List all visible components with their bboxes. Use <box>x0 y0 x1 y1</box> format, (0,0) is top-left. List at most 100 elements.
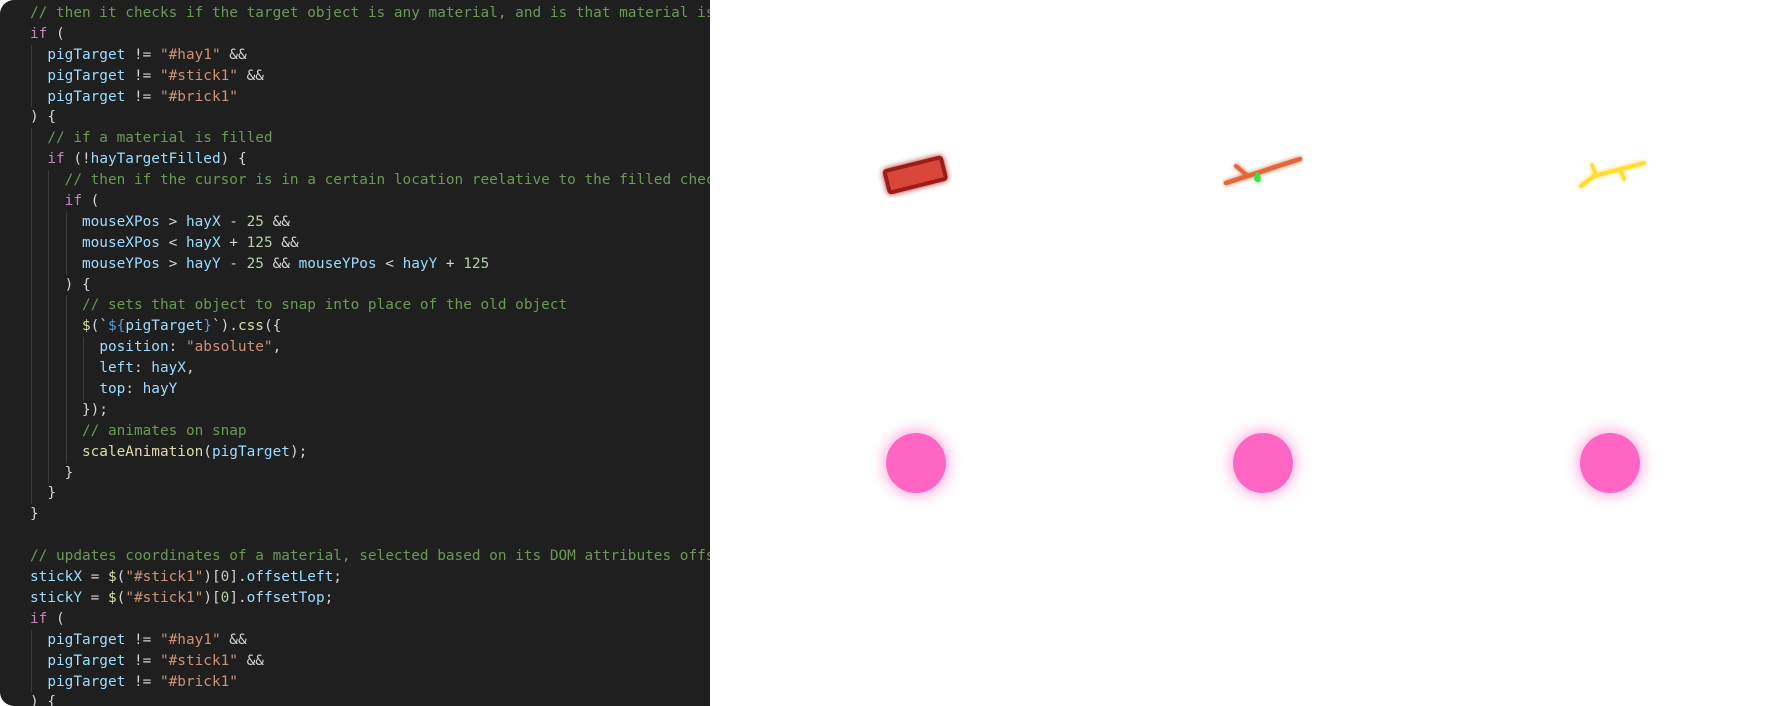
code-line[interactable]: left: hayX, <box>30 358 710 380</box>
indent-guide <box>31 274 32 296</box>
indent-guide <box>31 462 32 484</box>
code-token: < <box>376 255 403 272</box>
code-token: hayY <box>185 255 221 272</box>
code-token: && <box>263 213 290 230</box>
code-line[interactable]: mouseYPos > hayY - 25 && mouseYPos < hay… <box>30 253 710 275</box>
code-token: && <box>237 652 264 669</box>
indent-guide <box>31 149 32 171</box>
code-token: ; <box>333 569 342 586</box>
code-token: 0 <box>220 569 230 586</box>
indent-guide <box>65 232 67 254</box>
code-line[interactable]: ) { <box>30 107 710 128</box>
pig-2[interactable] <box>1233 433 1293 493</box>
code-token: hayX <box>185 234 221 251</box>
code-token: hayX <box>185 213 221 230</box>
code-token: ) { <box>30 276 91 293</box>
pig-3[interactable] <box>1580 433 1640 493</box>
code-token: stickX <box>30 569 82 586</box>
code-token: + <box>437 255 464 272</box>
code-token: - <box>220 255 247 272</box>
code-token: pigTarget <box>125 318 204 335</box>
code-line[interactable]: position: "absolute", <box>30 337 710 359</box>
code-token: ); <box>289 443 308 460</box>
code-line[interactable]: if (!hayTargetFilled) { <box>30 149 710 171</box>
code-line[interactable]: } <box>30 483 710 505</box>
pig-1[interactable] <box>886 433 946 493</box>
code-line[interactable]: stickY = $("#stick1")[0].offsetTop; <box>30 588 710 609</box>
code-line[interactable]: ) { <box>30 692 710 706</box>
indent-guide <box>65 420 67 442</box>
code-editor[interactable]: // then it checks if the target object i… <box>0 0 710 706</box>
code-line[interactable]: top: hayY <box>30 379 710 400</box>
code-token: = <box>81 569 108 586</box>
code-token: 125 <box>463 255 490 272</box>
code-token: mouseYPos <box>298 255 377 272</box>
code-token: pigTarget <box>47 631 126 648</box>
code-token: } <box>30 506 39 523</box>
code-token: hayY <box>142 381 178 398</box>
indent-guide <box>48 441 50 463</box>
code-line[interactable]: // sets that object to snap into place o… <box>30 295 710 317</box>
code-token: ; <box>324 589 334 606</box>
hay-icon[interactable] <box>1576 152 1648 192</box>
code-token: && <box>272 234 299 251</box>
code-line[interactable]: } <box>30 504 710 525</box>
code-line[interactable]: pigTarget != "#stick1" && <box>30 650 710 672</box>
code-line[interactable]: } <box>30 462 710 484</box>
code-lines[interactable]: // then it checks if the target object i… <box>30 3 710 706</box>
code-line[interactable]: mouseXPos > hayX - 25 && <box>30 211 710 233</box>
code-line[interactable]: stickX = $("#stick1")[0].offsetLeft; <box>30 567 710 588</box>
stick-icon[interactable] <box>1222 150 1304 194</box>
code-line[interactable]: mouseXPos < hayX + 125 && <box>30 232 710 254</box>
code-line[interactable]: // updates coordinates of a material, se… <box>30 546 710 567</box>
code-line[interactable]: pigTarget != "#stick1" && <box>30 65 710 87</box>
indent-guide <box>31 316 32 338</box>
code-token: if <box>64 193 82 210</box>
code-line[interactable]: if ( <box>30 609 710 630</box>
game-canvas[interactable] <box>710 0 1776 706</box>
indent-guide <box>48 358 50 380</box>
code-line[interactable]: scaleAnimation(pigTarget); <box>30 441 710 463</box>
indent-guide <box>65 379 67 400</box>
code-token: `). <box>211 318 238 335</box>
code-token: "#hay1" <box>159 46 221 63</box>
code-line[interactable]: // then it checks if the target object i… <box>30 3 710 24</box>
brick-icon[interactable] <box>878 150 952 198</box>
code-token: (` <box>90 318 108 335</box>
code-line[interactable]: pigTarget != "#hay1" && <box>30 44 710 66</box>
code-token: // sets that object to snap into place o… <box>30 297 568 314</box>
indent-guide <box>31 337 32 359</box>
code-token: , <box>185 360 195 377</box>
code-token: pigTarget <box>47 673 126 690</box>
indent-guide <box>48 462 50 484</box>
code-line[interactable]: // if a material is filled <box>30 128 710 150</box>
code-token: != <box>125 652 160 669</box>
indent-guide <box>31 295 32 317</box>
code-token: // then if the cursor is in a certain lo… <box>30 172 710 189</box>
code-line[interactable]: // animates on snap <box>30 420 710 442</box>
code-line[interactable]: $(`${pigTarget}`).css({ <box>30 316 710 338</box>
code-line[interactable] <box>30 525 710 546</box>
code-line[interactable]: pigTarget != "#brick1" <box>30 671 710 693</box>
code-line[interactable]: // then if the cursor is in a certain lo… <box>30 170 710 192</box>
code-line[interactable]: if ( <box>30 24 710 45</box>
code-token: hayY <box>402 255 438 272</box>
indent-guide <box>65 253 67 275</box>
code-token: "#stick1" <box>125 569 204 586</box>
code-line[interactable]: if ( <box>30 191 710 212</box>
code-line[interactable]: pigTarget != "#hay1" && <box>30 629 710 651</box>
code-token: , <box>272 339 282 356</box>
code-token: $ <box>107 589 117 606</box>
code-token: 25 <box>246 213 264 230</box>
code-token: && <box>237 67 264 84</box>
code-token: if <box>30 25 48 42</box>
code-line[interactable]: pigTarget != "#brick1" <box>30 86 710 108</box>
code-line[interactable]: }); <box>30 399 710 421</box>
indent-guide <box>31 191 32 212</box>
code-line[interactable]: ) { <box>30 274 710 296</box>
code-token: ]. <box>229 589 247 606</box>
